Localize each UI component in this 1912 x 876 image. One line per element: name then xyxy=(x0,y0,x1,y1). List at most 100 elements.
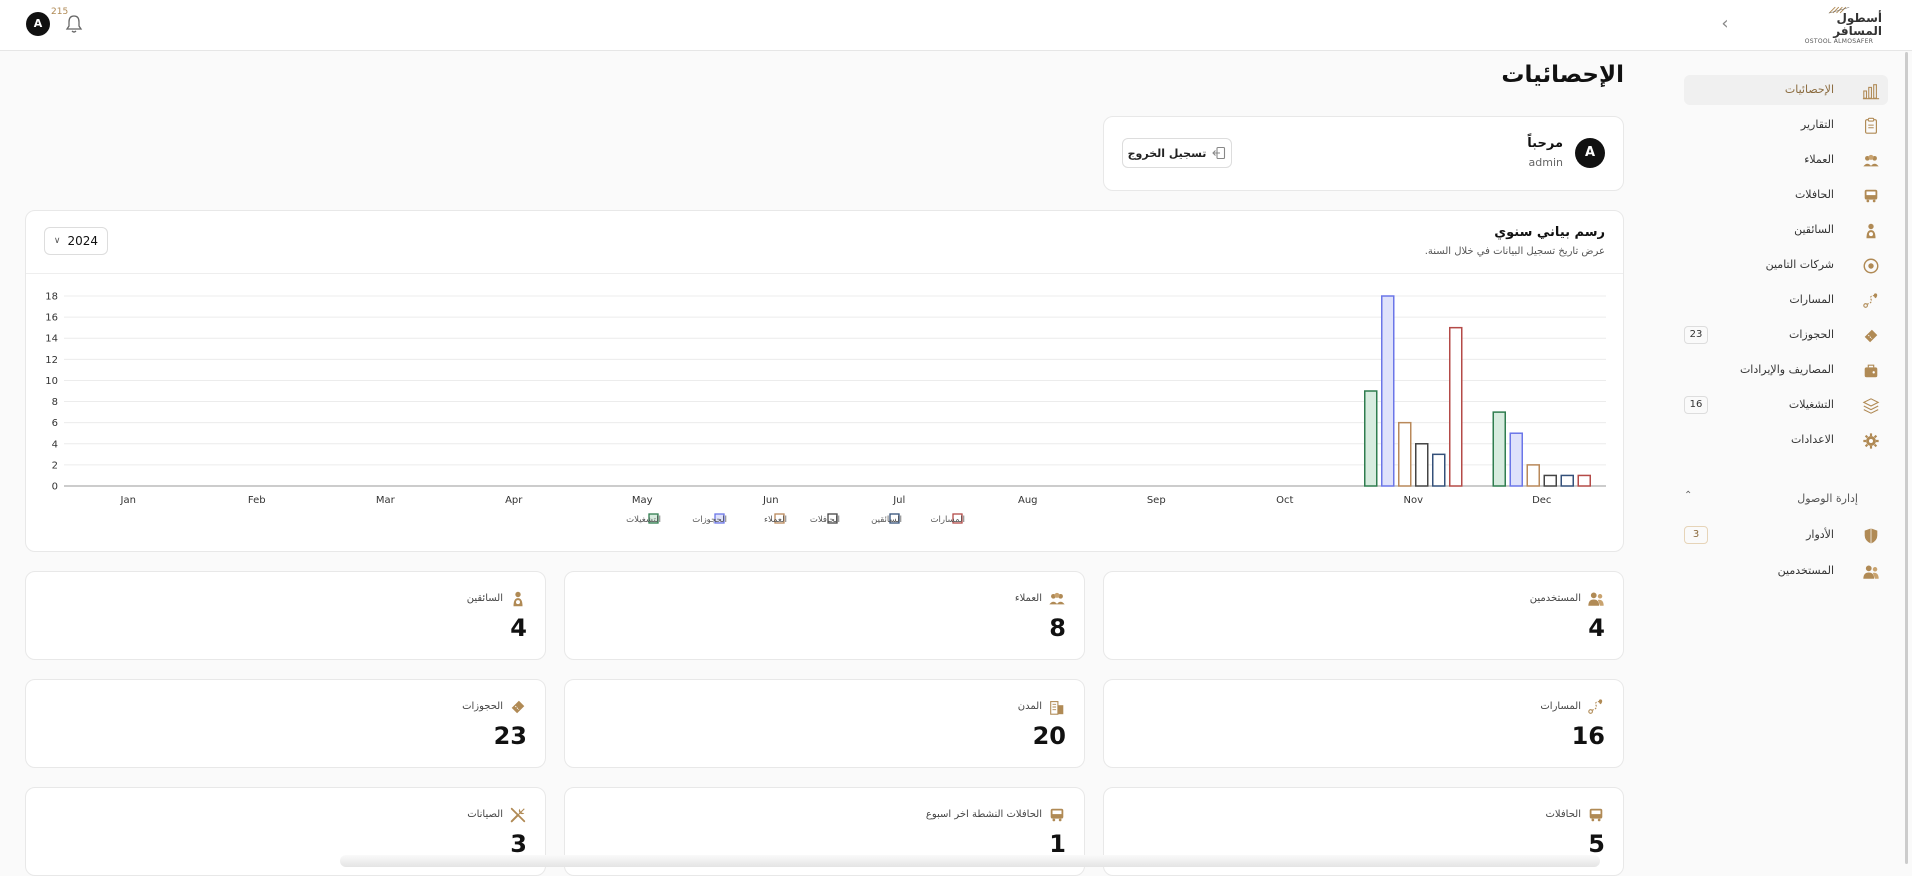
page-title: الإحصائيات xyxy=(1501,62,1624,88)
bar-4-10 xyxy=(1432,453,1446,487)
access-section-label: إدارة الوصول xyxy=(1797,492,1858,505)
shield-icon xyxy=(1864,528,1878,544)
sidebar-item-label: الأدوار xyxy=(1806,528,1834,541)
username: admin xyxy=(1528,156,1563,169)
ticket-icon xyxy=(1864,329,1878,343)
sidebar-item-label: الحجوزات xyxy=(1788,328,1834,341)
sidebar-item-badge: 3 xyxy=(1684,526,1708,544)
sidebar-item-6[interactable]: المسارات xyxy=(1684,285,1888,315)
bar-4-11 xyxy=(1560,474,1574,487)
gear-icon xyxy=(1863,433,1879,449)
y-tick-label: 14 xyxy=(45,334,58,345)
sidebar-access-item-0[interactable]: الأدوار 3 xyxy=(1684,520,1888,550)
legend-label-1: الحجوزات xyxy=(692,515,727,525)
x-tick-label: Feb xyxy=(248,495,266,506)
x-tick-label: Sep xyxy=(1147,495,1166,506)
users-group-icon xyxy=(1049,592,1065,605)
route-icon xyxy=(1588,699,1603,714)
user-avatar[interactable]: A xyxy=(26,12,50,36)
stat-card: العملاء 8 xyxy=(564,571,1085,660)
app-logo[interactable]: أسطول المسافر OSTOOL ALMOSAFER xyxy=(1796,6,1882,46)
stat-value: 8 xyxy=(1049,614,1066,642)
sidebar-item-0[interactable]: الإحصائيات xyxy=(1684,75,1888,105)
x-tick-label: Nov xyxy=(1403,495,1423,506)
sidebar-access-item-1[interactable]: المستخدمين xyxy=(1684,556,1888,586)
bus-icon xyxy=(1050,808,1064,822)
stat-card: المدن 20 xyxy=(564,679,1085,768)
y-tick-label: 0 xyxy=(52,482,58,493)
sidebar-item-9[interactable]: التشغيلات 16 xyxy=(1684,390,1888,420)
shield-circle-icon xyxy=(1863,258,1879,274)
stat-card: المستخدمين 4 xyxy=(1103,571,1624,660)
chevron-up-icon[interactable]: ⌃ xyxy=(1684,490,1692,501)
bar-5-11 xyxy=(1577,474,1591,487)
sidebar-item-badge: 23 xyxy=(1684,326,1708,344)
y-tick-label: 16 xyxy=(45,313,58,324)
bar-3-10 xyxy=(1415,443,1429,487)
welcome-card: A مرحباً admin تسجيل الخروج xyxy=(1103,116,1624,191)
bar-2-10 xyxy=(1398,421,1412,487)
stat-label: الحجوزات xyxy=(462,701,503,712)
sidebar-item-1[interactable]: التقارير xyxy=(1684,110,1888,140)
x-tick-label: Jul xyxy=(892,495,905,506)
legend-label-0: التشغيلات xyxy=(626,515,661,525)
driver-icon xyxy=(513,591,523,607)
sidebar-item-8[interactable]: المصاريف والإيرادات xyxy=(1684,355,1888,385)
stat-value: 1 xyxy=(1049,830,1066,858)
y-tick-label: 10 xyxy=(45,376,58,387)
stat-label: المسارات xyxy=(1540,701,1581,712)
stat-value: 23 xyxy=(493,722,527,750)
stat-value: 4 xyxy=(1588,614,1605,642)
sidebar-item-label: السائقين xyxy=(1794,223,1834,236)
sidebar-item-7[interactable]: الحجوزات 23 xyxy=(1684,320,1888,350)
bar-0-11 xyxy=(1492,411,1506,487)
vertical-scrollbar[interactable] xyxy=(1905,52,1908,864)
year-select[interactable]: ∨ 2024 xyxy=(44,227,108,255)
bar-chart: 0 2 4 6 8 10 12 14 16 18 Jan Feb Mar Apr May Jun Jul Aug S… xyxy=(45,292,1606,525)
avatar: A xyxy=(1575,138,1605,168)
route-icon xyxy=(1863,293,1878,308)
x-tick-label: Mar xyxy=(376,495,396,506)
logout-icon xyxy=(1212,146,1226,160)
sidebar-item-4[interactable]: السائقين xyxy=(1684,215,1888,245)
y-tick-label: 6 xyxy=(52,418,58,429)
bus-icon xyxy=(1589,808,1603,822)
year-value: 2024 xyxy=(67,234,99,248)
sidebar-item-2[interactable]: العملاء xyxy=(1684,145,1888,175)
stat-label: المدن xyxy=(1017,701,1042,712)
welcome-title: مرحباً xyxy=(1527,136,1563,151)
stat-value: 20 xyxy=(1032,722,1066,750)
logout-label: تسجيل الخروج xyxy=(1127,146,1207,160)
ticket-icon xyxy=(511,700,525,714)
stat-label: العملاء xyxy=(1014,593,1042,604)
legend-label-2: العملاء xyxy=(764,515,787,525)
bell-icon[interactable] xyxy=(64,13,84,35)
stat-value: 4 xyxy=(510,614,527,642)
sidebar-item-3[interactable]: الحافلات xyxy=(1684,180,1888,210)
horizontal-scroll-shadow xyxy=(340,855,1600,867)
chart-subtitle: عرض تاريخ تسجيل البيانات في خلال السنة. xyxy=(1424,246,1605,257)
chart-icon xyxy=(1862,84,1880,100)
y-tick-label: 8 xyxy=(52,397,58,408)
users-group-icon xyxy=(1863,154,1879,167)
stat-card: الحجوزات 23 xyxy=(25,679,546,768)
chevron-right-icon[interactable]: › xyxy=(1716,14,1734,34)
legend-label-3: الحافلات xyxy=(810,515,840,525)
y-tick-label: 4 xyxy=(52,439,58,450)
bar-3-11 xyxy=(1543,474,1557,487)
sidebar-item-5[interactable]: شركات التامين xyxy=(1684,250,1888,280)
sidebar-item-10[interactable]: الاعدادات xyxy=(1684,425,1888,455)
sidebar-item-label: شركات التامين xyxy=(1765,258,1834,271)
sidebar: إدارة الوصول ⌃ الإحصائيات التقارير العملاء… xyxy=(1680,52,1912,867)
y-tick-label: 18 xyxy=(45,292,58,303)
stat-label: المستخدمين xyxy=(1529,593,1581,604)
sidebar-item-label: الإحصائيات xyxy=(1784,83,1834,96)
sidebar-item-label: العملاء xyxy=(1804,153,1834,166)
logo-text-en: OSTOOL ALMOSAFER xyxy=(1804,38,1874,45)
sidebar-item-label: الحافلات xyxy=(1794,188,1834,201)
logout-button[interactable]: تسجيل الخروج xyxy=(1122,138,1232,168)
building-icon xyxy=(1050,701,1064,715)
top-bar: أسطول المسافر OSTOOL ALMOSAFER › A 215 xyxy=(0,0,1912,51)
y-tick-label: 12 xyxy=(45,355,58,366)
annual-chart-card: رسم بياني سنوي عرض تاريخ تسجيل البيانات … xyxy=(25,210,1624,552)
